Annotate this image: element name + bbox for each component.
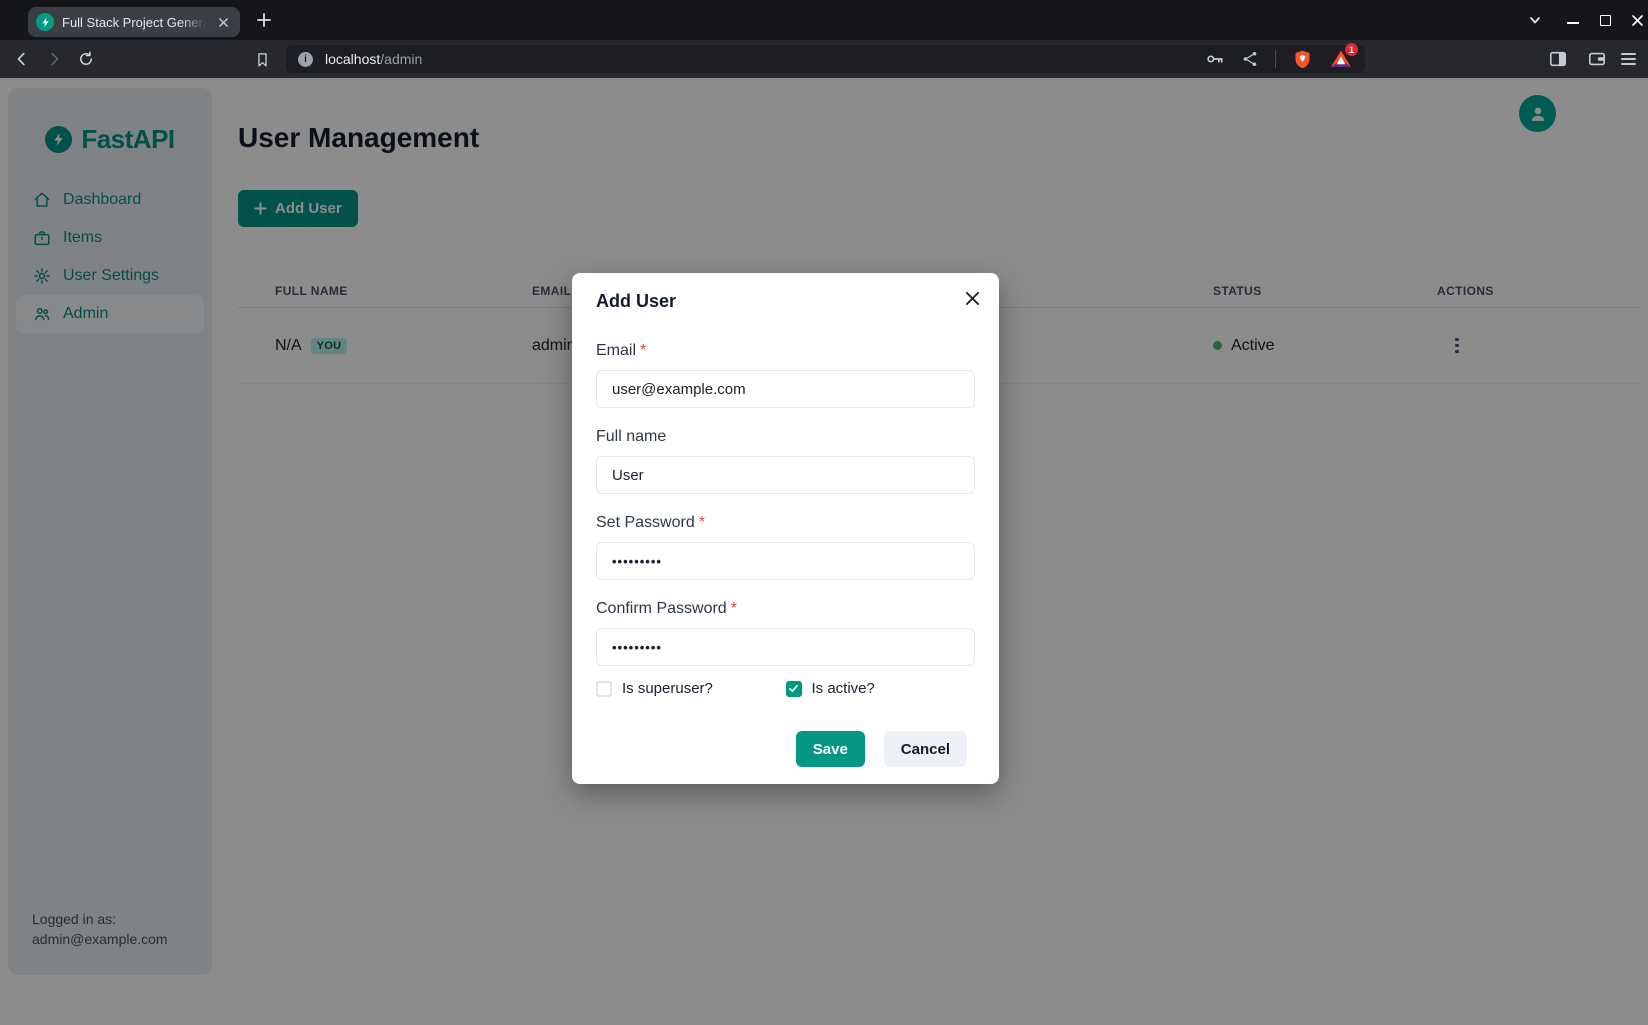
is-active-checkbox[interactable]: Is active? — [786, 680, 976, 697]
required-marker: * — [640, 342, 646, 359]
set-password-label: Set Password* — [596, 511, 975, 535]
browser-tab[interactable]: Full Stack Project Genera — [28, 7, 240, 37]
forward-button[interactable] — [42, 47, 66, 71]
confirm-password-field[interactable] — [596, 628, 975, 666]
brave-rewards-icon[interactable]: 1 — [1329, 47, 1353, 71]
set-password-field[interactable] — [596, 542, 975, 580]
bookmark-icon[interactable] — [250, 47, 274, 71]
menu-hamburger-icon[interactable] — [1616, 47, 1640, 71]
tab-close-icon[interactable] — [214, 13, 232, 31]
url-bar[interactable]: i localhost/admin — [286, 45, 1365, 73]
back-button[interactable] — [10, 47, 34, 71]
rewards-badge: 1 — [1345, 43, 1358, 56]
window-chevron-down-icon[interactable] — [1526, 12, 1544, 28]
modal-button-row: Save Cancel — [596, 731, 975, 767]
is-superuser-label: Is superuser? — [622, 680, 713, 697]
window-maximize-button[interactable] — [1596, 12, 1614, 28]
add-user-modal: Add User Email* Full name Set Password* … — [572, 273, 999, 784]
email-field[interactable] — [596, 370, 975, 408]
modal-title: Add User — [596, 290, 975, 312]
checkbox-checked-icon — [786, 681, 802, 697]
full-name-label: Full name — [596, 425, 975, 449]
is-active-label: Is active? — [812, 680, 875, 697]
is-superuser-checkbox[interactable]: Is superuser? — [596, 680, 786, 697]
toolbar-divider — [1275, 50, 1276, 68]
share-icon[interactable] — [1241, 50, 1259, 68]
password-key-icon[interactable] — [1205, 49, 1225, 69]
required-marker: * — [731, 600, 737, 617]
sidebar-toggle-icon[interactable] — [1546, 47, 1570, 71]
email-label: Email* — [596, 339, 975, 363]
url-path: /admin — [380, 51, 422, 67]
url-text: localhost/admin — [325, 51, 422, 67]
reload-button[interactable] — [74, 47, 98, 71]
fastapi-favicon-icon — [36, 13, 54, 31]
browser-titlebar: Full Stack Project Genera — [0, 0, 1648, 40]
browser-toolbar: i localhost/admin — [0, 40, 1648, 78]
cancel-button[interactable]: Cancel — [884, 731, 967, 767]
wallet-icon[interactable] — [1585, 47, 1609, 71]
url-host: localhost — [325, 51, 380, 67]
checkbox-unchecked-icon — [596, 681, 612, 697]
window-close-button[interactable] — [1628, 12, 1646, 28]
new-tab-button[interactable] — [254, 10, 274, 30]
window-minimize-button[interactable] — [1564, 12, 1582, 28]
brave-shield-icon[interactable] — [1292, 49, 1313, 70]
checkbox-row: Is superuser? Is active? — [596, 680, 975, 697]
confirm-password-label: Confirm Password* — [596, 597, 975, 621]
page-viewport: FastAPI Dashboard Items User Settings — [0, 78, 1648, 1025]
modal-close-icon[interactable] — [960, 286, 984, 310]
tab-title: Full Stack Project Genera — [62, 15, 206, 30]
site-info-icon[interactable]: i — [298, 52, 313, 67]
full-name-field[interactable] — [596, 456, 975, 494]
required-marker: * — [699, 514, 705, 531]
browser-window: { "browser": { "tab_title": "Full Stack … — [0, 0, 1648, 1025]
save-button[interactable]: Save — [796, 731, 865, 767]
